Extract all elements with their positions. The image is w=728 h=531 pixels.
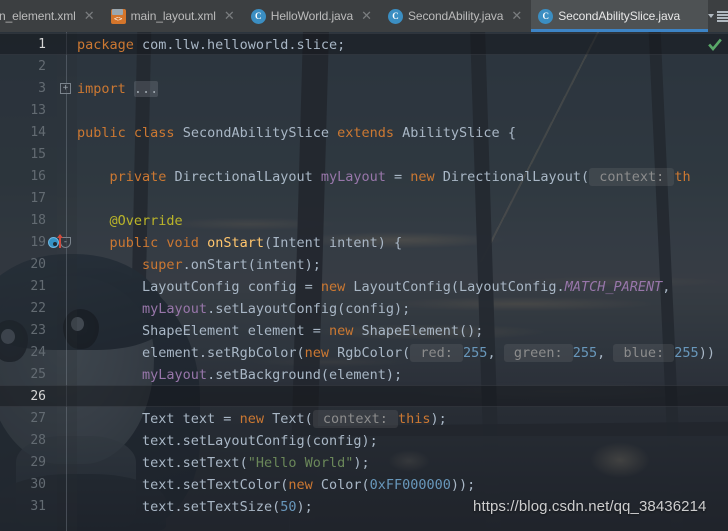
line-number: 2 xyxy=(38,59,46,74)
editor-tab-main-layout-xml[interactable]: <> main_layout.xml ✕ xyxy=(103,0,244,32)
line-number: 1 xyxy=(38,37,46,52)
editor-tab-label: HelloWorld.java xyxy=(270,9,354,23)
line-number: 18 xyxy=(30,213,46,228)
tab-close-icon[interactable]: ✕ xyxy=(221,10,238,23)
line-number: 19 xyxy=(30,235,46,250)
code-line[interactable]: 18 @Override xyxy=(0,210,728,232)
line-number: 16 xyxy=(30,169,46,184)
code-text: public class SecondAbilitySlice extends … xyxy=(77,125,516,141)
green-check-icon[interactable] xyxy=(708,38,722,52)
tab-close-icon[interactable]: ✕ xyxy=(358,10,375,23)
code-line[interactable]: 26 xyxy=(0,386,728,408)
code-text: LayoutConfig config = new LayoutConfig(L… xyxy=(142,279,671,295)
tab-list-icon[interactable] xyxy=(716,11,728,22)
code-text: text.setText("Hello World"); xyxy=(142,455,370,471)
line-number: 27 xyxy=(30,411,46,426)
line-number: 29 xyxy=(30,455,46,470)
line-number: 25 xyxy=(30,367,46,382)
line-number: 13 xyxy=(30,103,46,118)
code-text: text.setTextSize(50); xyxy=(142,499,313,515)
tab-close-icon[interactable]: ✕ xyxy=(508,10,525,23)
code-line[interactable]: 25 myLayout.setBackground(element); xyxy=(0,364,728,386)
line-number: 26 xyxy=(30,389,46,404)
line-number: 21 xyxy=(30,279,46,294)
code-text: private DirectionalLayout myLayout = new… xyxy=(109,168,691,186)
line-number: 28 xyxy=(30,433,46,448)
code-line[interactable]: 23 ShapeElement element = new ShapeElemen… xyxy=(0,320,728,342)
code-line[interactable]: 1 package com.llw.helloworld.slice; xyxy=(0,34,728,56)
line-number: 14 xyxy=(30,125,46,140)
editor-tab-helloworld-java[interactable]: C HelloWorld.java ✕ xyxy=(243,0,381,32)
line-number: 24 xyxy=(30,345,46,360)
tab-bar-tools: ▸ xyxy=(707,0,728,32)
code-text: myLayout.setBackground(element); xyxy=(142,367,403,383)
code-editor-area[interactable]: + - 1 package com.llw.helloworld.slice; 2 3 i… xyxy=(0,32,728,531)
line-number: 22 xyxy=(30,301,46,316)
editor-tab-label: SecondAbility.java xyxy=(408,9,504,23)
editor-tab-label: main_layout.xml xyxy=(130,9,216,23)
code-line[interactable]: 30 text.setTextColor(new Color(0xFF000000… xyxy=(0,474,728,496)
code-text: @Override xyxy=(109,213,183,229)
line-number: 30 xyxy=(30,477,46,492)
code-line[interactable]: 15 xyxy=(0,144,728,166)
java-class-icon: C xyxy=(388,8,403,24)
editor-tab-n-element-xml[interactable]: n_element.xml ✕ xyxy=(0,0,104,32)
code-line[interactable]: 3 import ... xyxy=(0,78,728,100)
editor-tab-secondability-java[interactable]: C SecondAbility.java ✕ xyxy=(381,0,532,32)
code-line[interactable]: 27 Text text = new Text( context: this); xyxy=(0,408,728,430)
code-text: Text text = new Text( context: this); xyxy=(142,410,447,428)
code-text: import ... xyxy=(77,81,159,97)
code-text: text.setTextColor(new Color(0xFF000000))… xyxy=(142,477,476,493)
java-class-icon: C xyxy=(250,8,266,24)
editor-tab-label: SecondAbilitySlice.java xyxy=(558,9,681,23)
code-line[interactable]: 24 element.setRgbColor(new RgbColor( red:… xyxy=(0,342,728,364)
editor-tab-secondabilityslice-java[interactable]: CSecondAbilitySlice.java✕ xyxy=(531,0,708,32)
code-line[interactable]: 17 xyxy=(0,188,728,210)
code-text: element.setRgbColor(new RgbColor( red: 2… xyxy=(142,344,715,362)
code-text-layer[interactable]: 1 package com.llw.helloworld.slice; 2 3 impo… xyxy=(0,32,728,531)
line-number: 15 xyxy=(30,147,46,162)
code-text: ShapeElement element = new ShapeElement(… xyxy=(142,323,484,339)
line-number: 31 xyxy=(30,499,46,514)
code-line[interactable]: 19 public void onStart(Intent intent) { xyxy=(0,232,728,254)
code-line[interactable]: 13 xyxy=(0,100,728,122)
xml-layout-icon: <> xyxy=(110,8,126,24)
code-line[interactable]: 29 text.setText("Hello World"); xyxy=(0,452,728,474)
tab-close-icon[interactable]: ✕ xyxy=(81,10,98,23)
editor-tab-label: n_element.xml xyxy=(0,9,76,23)
editor-tab-bar: n_element.xml ✕ <> main_layout.xml ✕ C HelloWo… xyxy=(0,0,728,32)
line-number: 17 xyxy=(30,191,46,206)
code-text: super.onStart(intent); xyxy=(142,257,321,273)
line-number: 23 xyxy=(30,323,46,338)
code-text: myLayout.setLayoutConfig(config); xyxy=(142,301,411,317)
code-text: text.setLayoutConfig(config); xyxy=(142,433,378,449)
watermark-text: https://blog.csdn.net/qq_38436214 xyxy=(473,498,707,515)
code-text: package com.llw.helloworld.slice; xyxy=(77,37,346,53)
line-number: 3 xyxy=(38,81,46,96)
code-line[interactable]: 14 public class SecondAbilitySlice extend… xyxy=(0,122,728,144)
code-line[interactable]: 20 super.onStart(intent); xyxy=(0,254,728,276)
code-line[interactable]: 2 xyxy=(0,56,728,78)
code-line[interactable]: 16 private DirectionalLayout myLayout = n… xyxy=(0,166,728,188)
ide-editor-window: n_element.xml ✕ <> main_layout.xml ✕ C HelloWo… xyxy=(0,0,728,531)
line-number: 20 xyxy=(30,257,46,272)
code-line[interactable]: 22 myLayout.setLayoutConfig(config); xyxy=(0,298,728,320)
code-line[interactable]: 21 LayoutConfig config = new LayoutConfig… xyxy=(0,276,728,298)
chevron-down-icon[interactable] xyxy=(707,14,714,18)
code-text: public void onStart(Intent intent) { xyxy=(109,235,403,251)
code-line[interactable]: 28 text.setLayoutConfig(config); xyxy=(0,430,728,452)
java-class-icon: C xyxy=(538,8,554,24)
